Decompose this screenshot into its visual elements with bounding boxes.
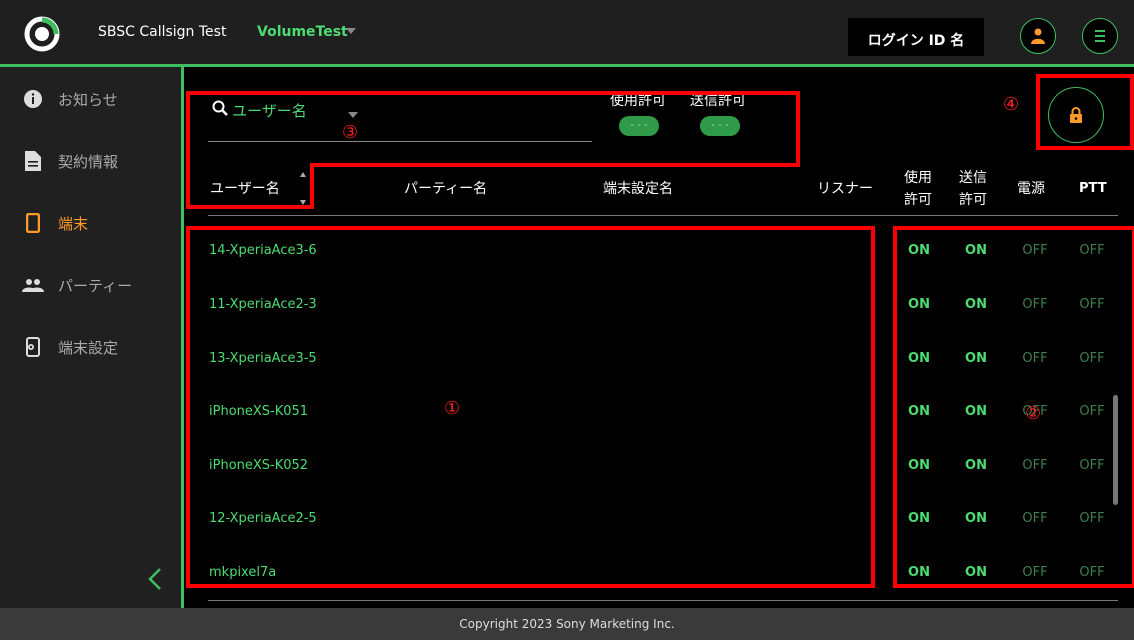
copyright-text: Copyright 2023 Sony Marketing Inc. (459, 617, 675, 631)
annotation-number-1: ① (444, 398, 461, 419)
annotation-number-2: ② (1025, 403, 1042, 424)
annotation-box-3 (186, 91, 800, 209)
footer: Copyright 2023 Sony Marketing Inc. (0, 608, 1134, 640)
annotation-number-3: ③ (342, 122, 359, 143)
annotation-number-4: ④ (1003, 94, 1020, 115)
